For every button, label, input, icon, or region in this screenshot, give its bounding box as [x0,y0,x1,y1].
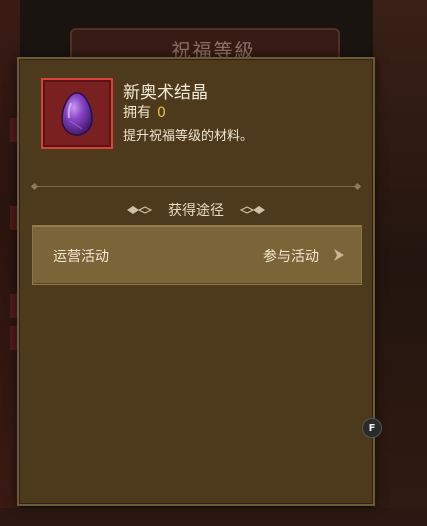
arrow-right-icon[interactable] [333,248,345,262]
source-row-events[interactable]: 运营活动 参与活动 [32,225,362,285]
item-icon-frame [41,78,113,149]
floating-f-badge[interactable]: F [362,418,382,438]
item-owned-row: 拥有 0 [123,102,166,122]
purple-gem-icon [61,92,93,136]
ornament-left-icon [127,206,152,214]
background-bottom-strip [0,508,427,526]
item-name: 新奥术结晶 [123,83,208,103]
item-description: 提升祝福等级的材料。 [123,129,254,144]
source-section-header: 获得途径 [19,200,373,220]
background-right-edge [373,0,427,526]
source-section-title: 获得途径 [168,203,224,219]
item-source-popup: 新奥术结晶 拥有 0 提升祝福等级的材料。 获得途径 运营活动 参与活动 [17,57,375,506]
ornament-right-icon [240,206,265,214]
owned-label: 拥有 [123,105,151,121]
join-event-link[interactable]: 参与活动 [263,246,319,266]
source-name: 运营活动 [53,249,109,265]
owned-count: 0 [157,105,166,121]
game-screen: 祝福等級 提升 新奥术结晶 拥有0 提 [0,0,427,526]
divider [34,186,358,187]
